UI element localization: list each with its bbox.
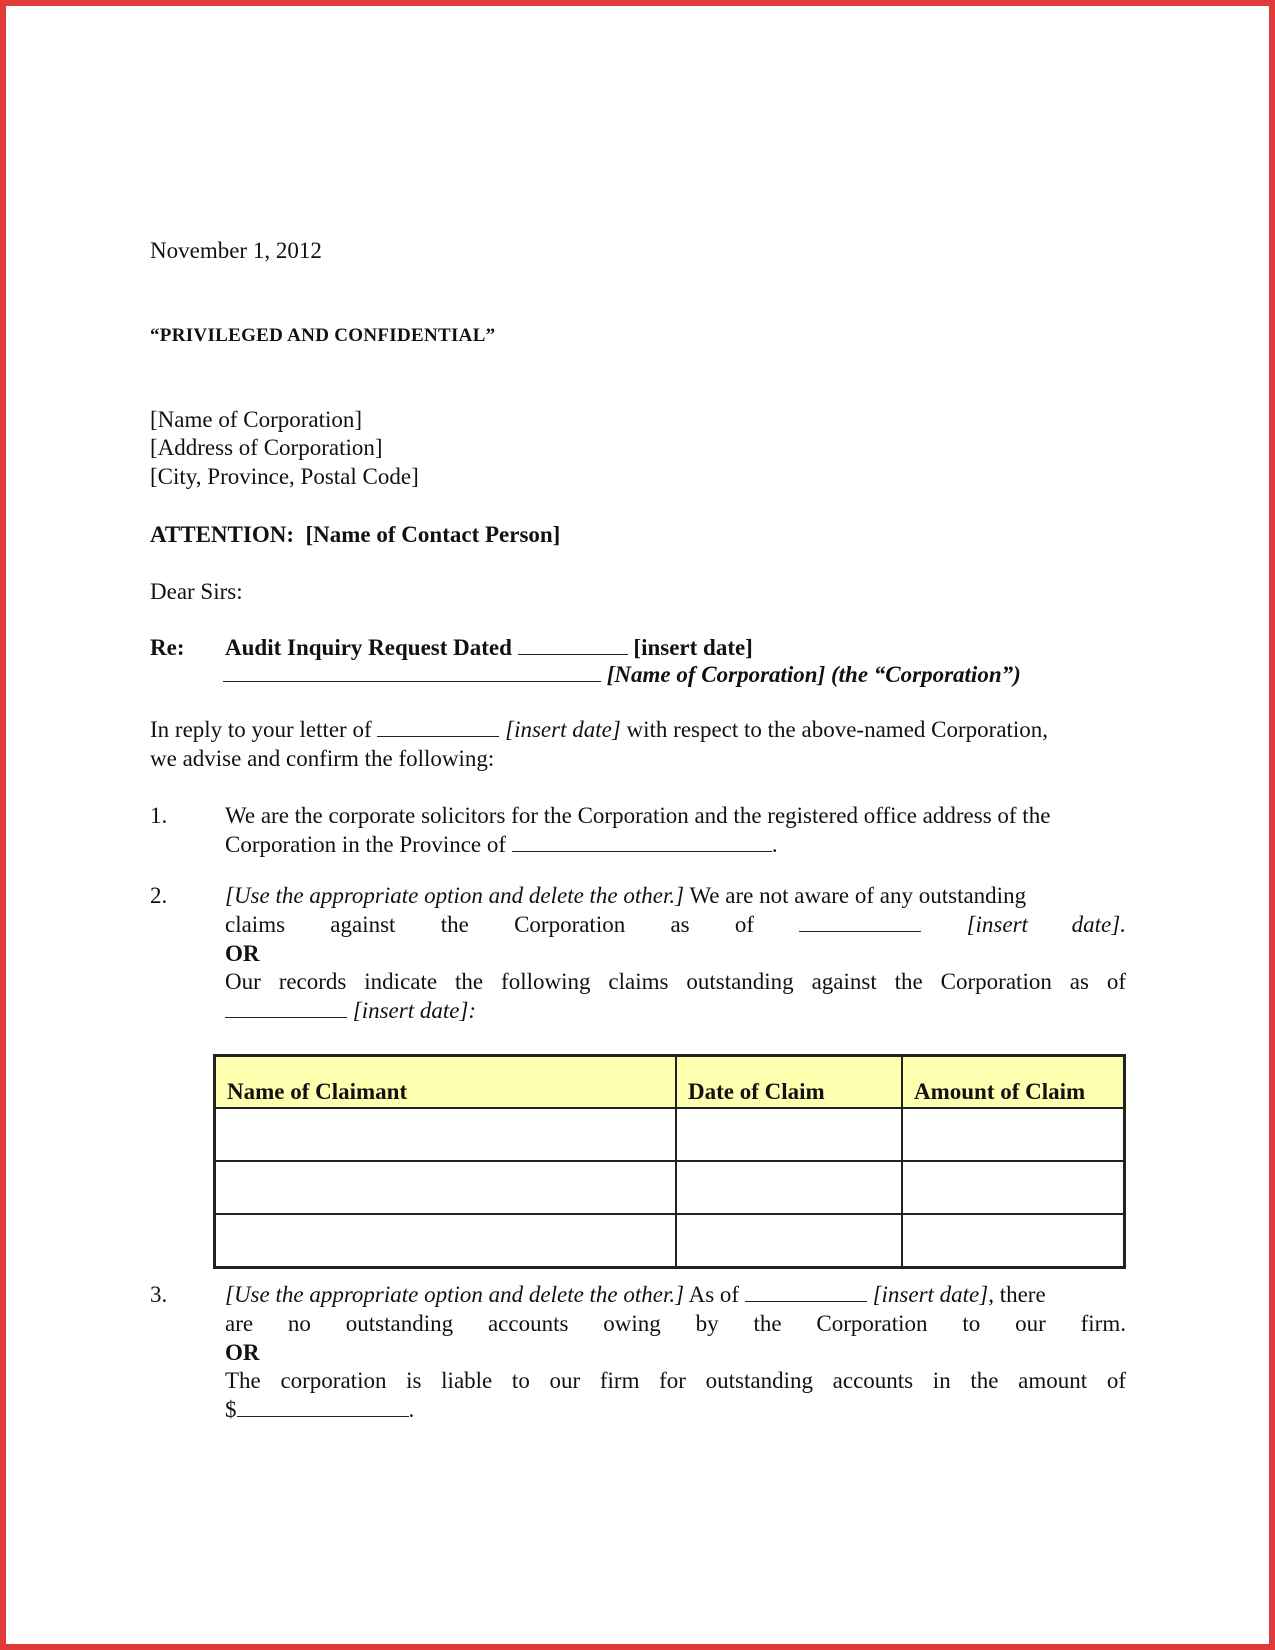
- header-date-of-claim: Date of Claim: [675, 1054, 903, 1109]
- date-blank[interactable]: [517, 634, 628, 655]
- word: as: [670, 912, 690, 937]
- item-2-records-placeholder: [insert date]: [352, 998, 469, 1023]
- item-2-line-5: [insert date]:: [225, 997, 476, 1025]
- date-cell[interactable]: [675, 1160, 903, 1215]
- corporation-name-blank[interactable]: [223, 661, 601, 682]
- item-2-text: We are not aware of any outstanding: [689, 883, 1027, 908]
- salutation: Dear Sirs:: [150, 579, 243, 604]
- claimant-cell[interactable]: [213, 1107, 677, 1162]
- item-1-period: .: [771, 832, 778, 857]
- amount-cell[interactable]: [901, 1160, 1126, 1215]
- amount-cell[interactable]: [901, 1213, 1126, 1269]
- item-1-text: Corporation in the Province of: [225, 832, 507, 857]
- attention-line: ATTENTION: [Name of Contact Person]: [150, 521, 560, 549]
- re-label: Re:: [150, 635, 185, 660]
- item-2-number: 2.: [150, 883, 168, 908]
- dollar-sign: $: [225, 1397, 237, 1422]
- re-subject: Audit Inquiry Request Dated: [225, 635, 512, 660]
- records-date-blank[interactable]: [225, 997, 347, 1018]
- item-3-or: OR: [225, 1340, 260, 1365]
- item-2-line-2: claims against the Corporation as of [in…: [225, 911, 1126, 939]
- item-2-date-placeholder: [insert date].: [966, 912, 1126, 937]
- attention-label: ATTENTION:: [150, 522, 294, 547]
- amount-cell[interactable]: [901, 1107, 1126, 1162]
- re-corporation-placeholder: [Name of Corporation] (the “Corporation”…: [606, 662, 1021, 687]
- privileged-notice: “PRIVILEGED AND CONFIDENTIAL”: [150, 325, 496, 346]
- item-3-text: As of: [688, 1282, 740, 1307]
- province-blank[interactable]: [511, 831, 772, 852]
- item-3-instruction: [Use the appropriate option and delete t…: [225, 1282, 685, 1307]
- item-1-number: 1.: [150, 803, 168, 828]
- address-line-address: [Address of Corporation]: [150, 435, 383, 460]
- claims-table: Name of Claimant Date of Claim Amount of…: [213, 1054, 1126, 1269]
- accounts-date-blank[interactable]: [744, 1281, 867, 1302]
- intro-line-2: we advise and confirm the following:: [150, 746, 495, 771]
- item-1-line-2: Corporation in the Province of .: [225, 831, 778, 859]
- address-line-city: [City, Province, Postal Code]: [150, 464, 419, 489]
- table-header-row: Name of Claimant Date of Claim Amount of…: [213, 1054, 1126, 1109]
- item-2-instruction: [Use the appropriate option and delete t…: [225, 883, 685, 908]
- word: of: [734, 912, 755, 937]
- word: Corporation: [514, 912, 626, 937]
- letter-date-blank[interactable]: [377, 716, 500, 737]
- date-cell[interactable]: [675, 1107, 903, 1162]
- item-3-line-4: The corporation is liable to our firm fo…: [225, 1368, 1126, 1393]
- item-3-period: .: [408, 1397, 415, 1422]
- intro-text-2: with respect to the above-named Corporat…: [626, 717, 1049, 742]
- re-line-1: Audit Inquiry Request Dated [insert date…: [225, 634, 753, 662]
- word: claims: [225, 912, 286, 937]
- re-date-placeholder: [insert date]: [633, 635, 753, 660]
- colon: :: [468, 998, 477, 1023]
- item-3-line-2: are no outstanding accounts owing by the…: [225, 1311, 1126, 1336]
- word: the: [440, 912, 469, 937]
- item-3-number: 3.: [150, 1282, 168, 1307]
- item-2-line-4: Our records indicate the following claim…: [225, 969, 1126, 994]
- intro-date-placeholder: [insert date]: [505, 717, 621, 742]
- intro-text: In reply to your letter of: [150, 717, 372, 742]
- item-2-or: OR: [225, 941, 260, 966]
- item-3-line-5: $.: [225, 1396, 414, 1424]
- claimant-cell[interactable]: [213, 1160, 677, 1215]
- claimant-cell[interactable]: [213, 1213, 677, 1269]
- intro-line-1: In reply to your letter of [insert date]…: [150, 716, 1126, 744]
- date-cell[interactable]: [675, 1213, 903, 1269]
- item-2-line-1: [Use the appropriate option and delete t…: [225, 882, 1026, 910]
- item-3-text-end: , there: [988, 1282, 1046, 1307]
- word: against: [330, 912, 396, 937]
- attention-value: [Name of Contact Person]: [305, 522, 561, 547]
- letter-date: November 1, 2012: [150, 238, 322, 263]
- table-row: [213, 1107, 1126, 1162]
- table-row: [213, 1160, 1126, 1215]
- item-3-line-1: [Use the appropriate option and delete t…: [225, 1281, 1046, 1309]
- item-3-date-placeholder: [insert date]: [872, 1282, 989, 1307]
- as-of-date-blank[interactable]: [799, 911, 922, 932]
- address-line-name: [Name of Corporation]: [150, 407, 363, 432]
- table-row: [213, 1213, 1126, 1269]
- re-line-2: [Name of Corporation] (the “Corporation”…: [223, 661, 1021, 689]
- header-name-of-claimant: Name of Claimant: [213, 1054, 677, 1109]
- item-1-line-1: We are the corporate solicitors for the …: [225, 803, 1051, 828]
- amount-blank[interactable]: [236, 1396, 409, 1417]
- header-amount-of-claim: Amount of Claim: [901, 1054, 1126, 1109]
